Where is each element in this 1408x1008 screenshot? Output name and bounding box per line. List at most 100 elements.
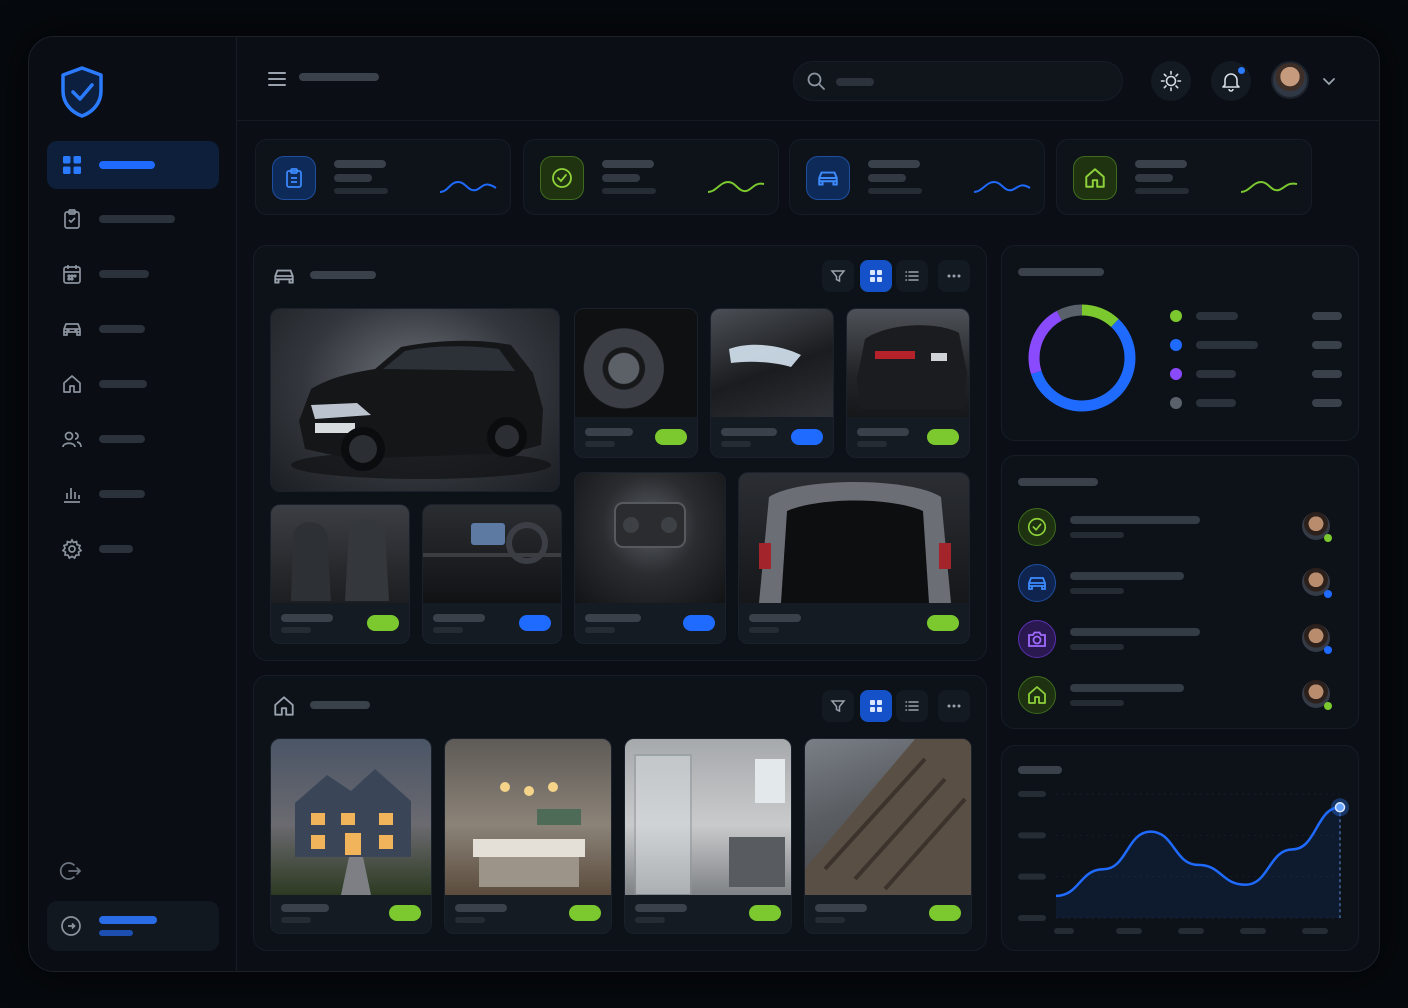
topbar [237,37,1379,121]
notifications-button[interactable] [1211,61,1251,101]
list-view-button[interactable] [896,690,928,722]
property-gallery-panel [253,675,987,951]
theme-toggle-button[interactable] [1151,61,1191,101]
chevron-down-icon[interactable] [1321,73,1337,89]
bar-chart-icon [64,488,80,503]
vehicle-photo-card[interactable] [846,308,970,458]
filter-button[interactable] [822,260,854,292]
trend-sparkline [1240,180,1298,193]
y-tick-placeholder [1018,832,1046,839]
activity-item[interactable] [1018,562,1344,606]
highlight-point[interactable] [1334,802,1346,813]
activity-panel [1001,455,1359,729]
y-tick-placeholder [1018,915,1046,921]
account-name-placeholder [99,916,157,924]
sidebar-item-reports[interactable] [47,470,219,518]
vehicle-gallery-panel [253,245,987,661]
house-exterior-photo [271,739,431,895]
search-placeholder-bar [836,78,874,86]
stat-card[interactable] [789,139,1045,215]
sidebar-item-settings[interactable] [47,525,219,573]
home-icon [274,696,294,716]
home-icon [63,375,81,393]
activity-item[interactable] [1018,506,1344,550]
seats-photo [271,505,409,603]
list-view-button[interactable] [896,260,928,292]
property-photo-card[interactable] [804,738,972,934]
home-icon [1018,676,1056,714]
sidebar-item-label [99,380,147,388]
status-dot [1324,702,1332,710]
vehicle-photo-card[interactable] [574,308,698,458]
stat-card[interactable] [255,139,511,215]
sidebar-item-label [99,325,145,333]
x-tick-placeholder [1302,928,1328,934]
kitchen-photo [445,739,611,895]
grid-view-button[interactable] [860,260,892,292]
status-pill [927,615,959,631]
check-icon [540,156,584,200]
status-pill [927,429,959,445]
x-tick-placeholder [1116,928,1142,934]
sidebar-item-vehicles[interactable] [47,305,219,353]
dashboard-photo [423,505,561,603]
legend-value [1312,399,1342,407]
car-icon [1018,564,1056,602]
account-panel[interactable] [47,901,219,951]
sidebar-item-dashboard[interactable] [47,141,219,189]
engine-photo [575,473,725,603]
more-button[interactable] [938,690,970,722]
property-photo-card[interactable] [270,738,432,934]
vehicle-photo-card[interactable] [574,472,726,644]
property-photo-card[interactable] [444,738,612,934]
activity-item[interactable] [1018,618,1344,662]
vehicle-photo-card[interactable] [422,504,562,644]
account-icon [61,916,81,936]
grid-view-button[interactable] [860,690,892,722]
home-icon [1073,156,1117,200]
more-button[interactable] [938,260,970,292]
sidebar-item-claims[interactable] [47,195,219,243]
legend-item [1170,397,1236,409]
sidebar-item-label [99,270,149,278]
legend-item [1170,368,1236,380]
more-icon [947,274,961,278]
status-pill [389,905,421,921]
donut-chart [1028,304,1136,412]
status-pill [683,615,715,631]
clipboard-icon [272,156,316,200]
check-icon [1018,508,1056,546]
stat-card[interactable] [1056,139,1312,215]
vehicle-photo-card[interactable] [710,308,834,458]
search-box[interactable] [793,61,1123,101]
sidebar-item-label [99,161,155,169]
account-role-placeholder [99,930,133,936]
legend-value [1312,370,1342,378]
status-pill [791,429,823,445]
filter-button[interactable] [822,690,854,722]
grid-view-icon [870,700,882,712]
stat-card[interactable] [523,139,779,215]
activity-item[interactable] [1018,674,1344,718]
logout-icon[interactable] [59,859,83,883]
users-icon [62,431,82,448]
filter-icon [830,270,846,283]
sidebar-item-properties[interactable] [47,360,219,408]
app-window [28,36,1380,972]
list-view-icon [905,701,919,711]
car-icon [63,323,81,336]
property-photo-card[interactable] [624,738,792,934]
vehicle-photo-card[interactable] [738,472,970,644]
sidebar-item-label [99,215,175,223]
vehicle-photo-card[interactable] [270,308,560,492]
status-pill [367,615,399,631]
status-dot [1324,534,1332,542]
trend-sparkline [439,180,497,193]
sidebar-item-users[interactable] [47,415,219,463]
hamburger-menu-icon[interactable] [267,71,287,87]
x-tick-placeholder [1178,928,1204,934]
camera-icon [1018,620,1056,658]
user-avatar[interactable] [1271,61,1309,99]
sidebar-item-calendar[interactable] [47,250,219,298]
vehicle-photo-card[interactable] [270,504,410,644]
